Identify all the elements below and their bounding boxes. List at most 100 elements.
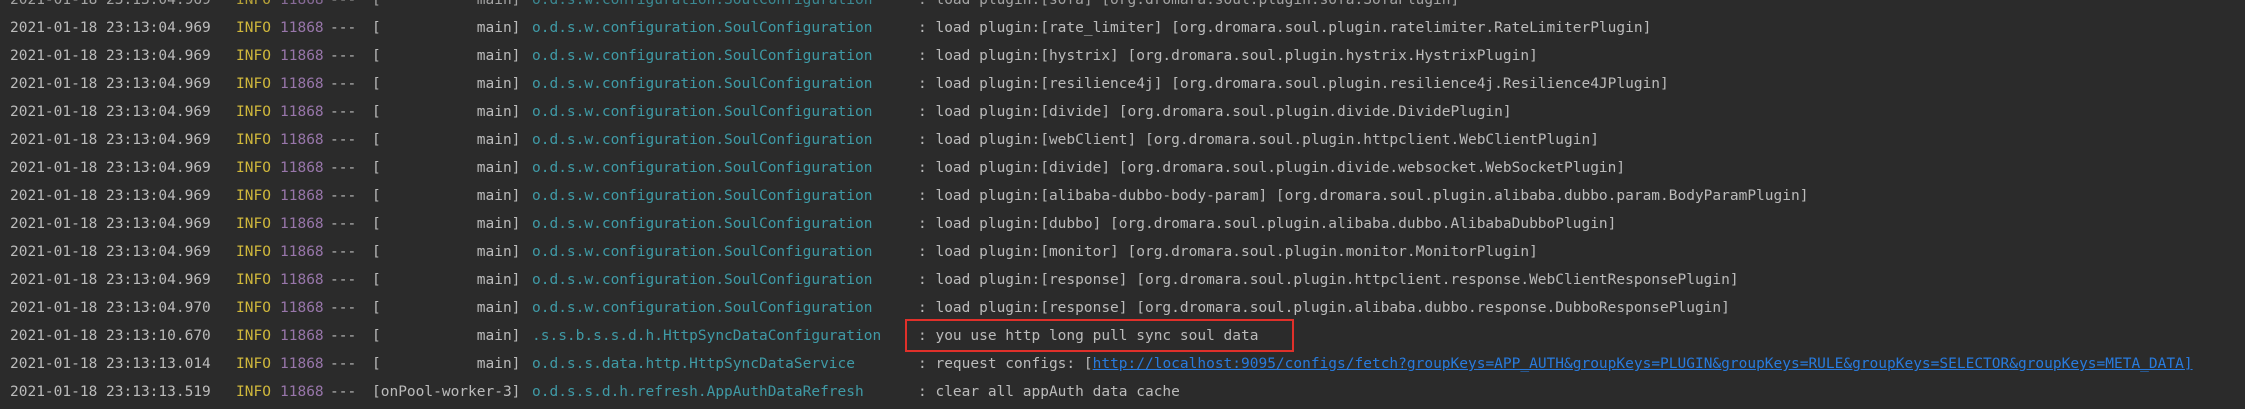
log-line: 2021-01-18 23:13:04.969 INFO 11868 --- [… — [0, 126, 1599, 154]
log-line: 2021-01-18 23:13:04.969 INFO 11868 --- [… — [0, 266, 1739, 294]
log-logger: o.d.s.s.d.h.refresh.AppAuthDataRefresh — [532, 384, 864, 400]
log-message: : load plugin:[divide] [org.dromara.soul… — [918, 160, 1626, 176]
log-thread: [ main] — [372, 48, 521, 64]
log-line: 2021-01-18 23:13:04.969 INFO 11868 --- [… — [0, 238, 1538, 266]
log-line: 2021-01-18 23:13:04.970 INFO 11868 --- [… — [0, 294, 1730, 322]
log-separator: --- — [330, 104, 357, 120]
log-timestamp: 2021-01-18 23:13:04.969 — [10, 76, 211, 92]
log-line: 2021-01-18 23:13:04.969 INFO 11868 --- [… — [0, 42, 1538, 70]
log-line: 2021-01-18 23:13:04.969 INFO 11868 --- [… — [0, 154, 1625, 182]
log-pid: 11868 — [280, 300, 324, 316]
log-separator: --- — [330, 384, 357, 400]
log-pid: 11868 — [280, 244, 324, 260]
log-pid: 11868 — [280, 328, 324, 344]
log-level: INFO — [236, 0, 271, 8]
log-timestamp: 2021-01-18 23:13:04.969 — [10, 132, 211, 148]
log-level: INFO — [236, 244, 271, 260]
log-timestamp: 2021-01-18 23:13:13.519 — [10, 384, 211, 400]
log-thread: [ main] — [372, 328, 521, 344]
log-level: INFO — [236, 216, 271, 232]
log-level: INFO — [236, 328, 271, 344]
log-pid: 11868 — [280, 76, 324, 92]
log-message: : load plugin:[response] [org.dromara.so… — [918, 300, 1730, 316]
log-message: : load plugin:[dubbo] [org.dromara.soul.… — [918, 216, 1617, 232]
log-separator: --- — [330, 328, 357, 344]
log-timestamp: 2021-01-18 23:13:04.969 — [10, 48, 211, 64]
log-timestamp: 2021-01-18 23:13:04.969 — [10, 160, 211, 176]
log-thread: [ main] — [372, 300, 521, 316]
log-level: INFO — [236, 104, 271, 120]
log-pid: 11868 — [280, 272, 324, 288]
log-message: : load plugin:[resilience4j] [org.dromar… — [918, 76, 1669, 92]
log-message: : load plugin:[response] [org.dromara.so… — [918, 272, 1739, 288]
log-timestamp: 2021-01-18 23:13:04.970 — [10, 300, 211, 316]
log-pid: 11868 — [280, 132, 324, 148]
log-line: 2021-01-18 23:13:04.969 INFO 11868 --- [… — [0, 210, 1616, 238]
log-separator: --- — [330, 160, 357, 176]
log-logger: o.d.s.w.configuration.SoulConfiguration — [532, 104, 873, 120]
console-output[interactable]: 2021-01-18 23:13:04.969 INFO 11868 --- [… — [0, 0, 2245, 409]
log-level: INFO — [236, 188, 271, 204]
log-line: 2021-01-18 23:13:13.519 INFO 11868 --- [… — [0, 378, 1180, 406]
log-separator: --- — [330, 216, 357, 232]
log-pid: 11868 — [280, 160, 324, 176]
log-pid: 11868 — [280, 48, 324, 64]
log-line: 2021-01-18 23:13:10.670 INFO 11868 --- [… — [0, 322, 1258, 350]
log-pid: 11868 — [280, 0, 324, 8]
log-thread: [ main] — [372, 76, 521, 92]
log-timestamp: 2021-01-18 23:13:04.969 — [10, 0, 211, 8]
log-thread: [onPool-worker-3] — [372, 384, 521, 400]
log-separator: --- — [330, 48, 357, 64]
log-line: 2021-01-18 23:13:04.969 INFO 11868 --- [… — [0, 98, 1512, 126]
log-thread: [ main] — [372, 104, 521, 120]
log-thread: [ main] — [372, 160, 521, 176]
config-fetch-link[interactable]: http://localhost:9095/configs/fetch?grou… — [1093, 356, 2193, 372]
log-level: INFO — [236, 356, 271, 372]
log-message: : load plugin:[sofa] [org.dromara.soul.p… — [918, 0, 1460, 8]
log-separator: --- — [330, 356, 357, 372]
log-logger: o.d.s.w.configuration.SoulConfiguration — [532, 216, 873, 232]
log-thread: [ main] — [372, 356, 521, 372]
log-separator: --- — [330, 272, 357, 288]
log-pid: 11868 — [280, 104, 324, 120]
log-logger: o.d.s.w.configuration.SoulConfiguration — [532, 132, 873, 148]
log-logger: o.d.s.s.data.http.HttpSyncDataService — [532, 356, 856, 372]
log-thread: [ main] — [372, 216, 521, 232]
log-logger: o.d.s.w.configuration.SoulConfiguration — [532, 300, 873, 316]
log-thread: [ main] — [372, 0, 521, 8]
log-separator: --- — [330, 0, 357, 8]
log-timestamp: 2021-01-18 23:13:04.969 — [10, 104, 211, 120]
log-pid: 11868 — [280, 384, 324, 400]
log-pid: 11868 — [280, 356, 324, 372]
log-timestamp: 2021-01-18 23:13:04.969 — [10, 20, 211, 36]
log-line: 2021-01-18 23:13:04.969 INFO 11868 --- [… — [0, 182, 1808, 210]
log-timestamp: 2021-01-18 23:13:13.014 — [10, 356, 211, 372]
log-thread: [ main] — [372, 132, 521, 148]
log-line: 2021-01-18 23:13:04.969 INFO 11868 --- [… — [0, 70, 1669, 98]
log-logger: o.d.s.w.configuration.SoulConfiguration — [532, 48, 873, 64]
log-separator: --- — [330, 188, 357, 204]
log-timestamp: 2021-01-18 23:13:04.969 — [10, 272, 211, 288]
log-message: : load plugin:[webClient] [org.dromara.s… — [918, 132, 1599, 148]
log-separator: --- — [330, 76, 357, 92]
log-logger: o.d.s.w.configuration.SoulConfiguration — [532, 188, 873, 204]
log-message: : load plugin:[rate_limiter] [org.dromar… — [918, 20, 1652, 36]
log-logger: o.d.s.w.configuration.SoulConfiguration — [532, 20, 873, 36]
log-thread: [ main] — [372, 244, 521, 260]
log-message: : request configs: [http://localhost:909… — [918, 350, 2193, 378]
log-separator: --- — [330, 300, 357, 316]
log-message: : load plugin:[monitor] [org.dromara.sou… — [918, 244, 1538, 260]
log-logger: o.d.s.w.configuration.SoulConfiguration — [532, 244, 873, 260]
log-thread: [ main] — [372, 20, 521, 36]
log-separator: --- — [330, 244, 357, 260]
log-timestamp: 2021-01-18 23:13:04.969 — [10, 216, 211, 232]
highlight-box — [905, 319, 1294, 352]
log-level: INFO — [236, 20, 271, 36]
log-line-cut: 2021-01-18 23:13:04.969 INFO 11868 --- [… — [0, 0, 1459, 14]
log-level: INFO — [236, 160, 271, 176]
log-pid: 11868 — [280, 216, 324, 232]
log-level: INFO — [236, 76, 271, 92]
log-thread: [ main] — [372, 188, 521, 204]
log-level: INFO — [236, 132, 271, 148]
log-level: INFO — [236, 384, 271, 400]
